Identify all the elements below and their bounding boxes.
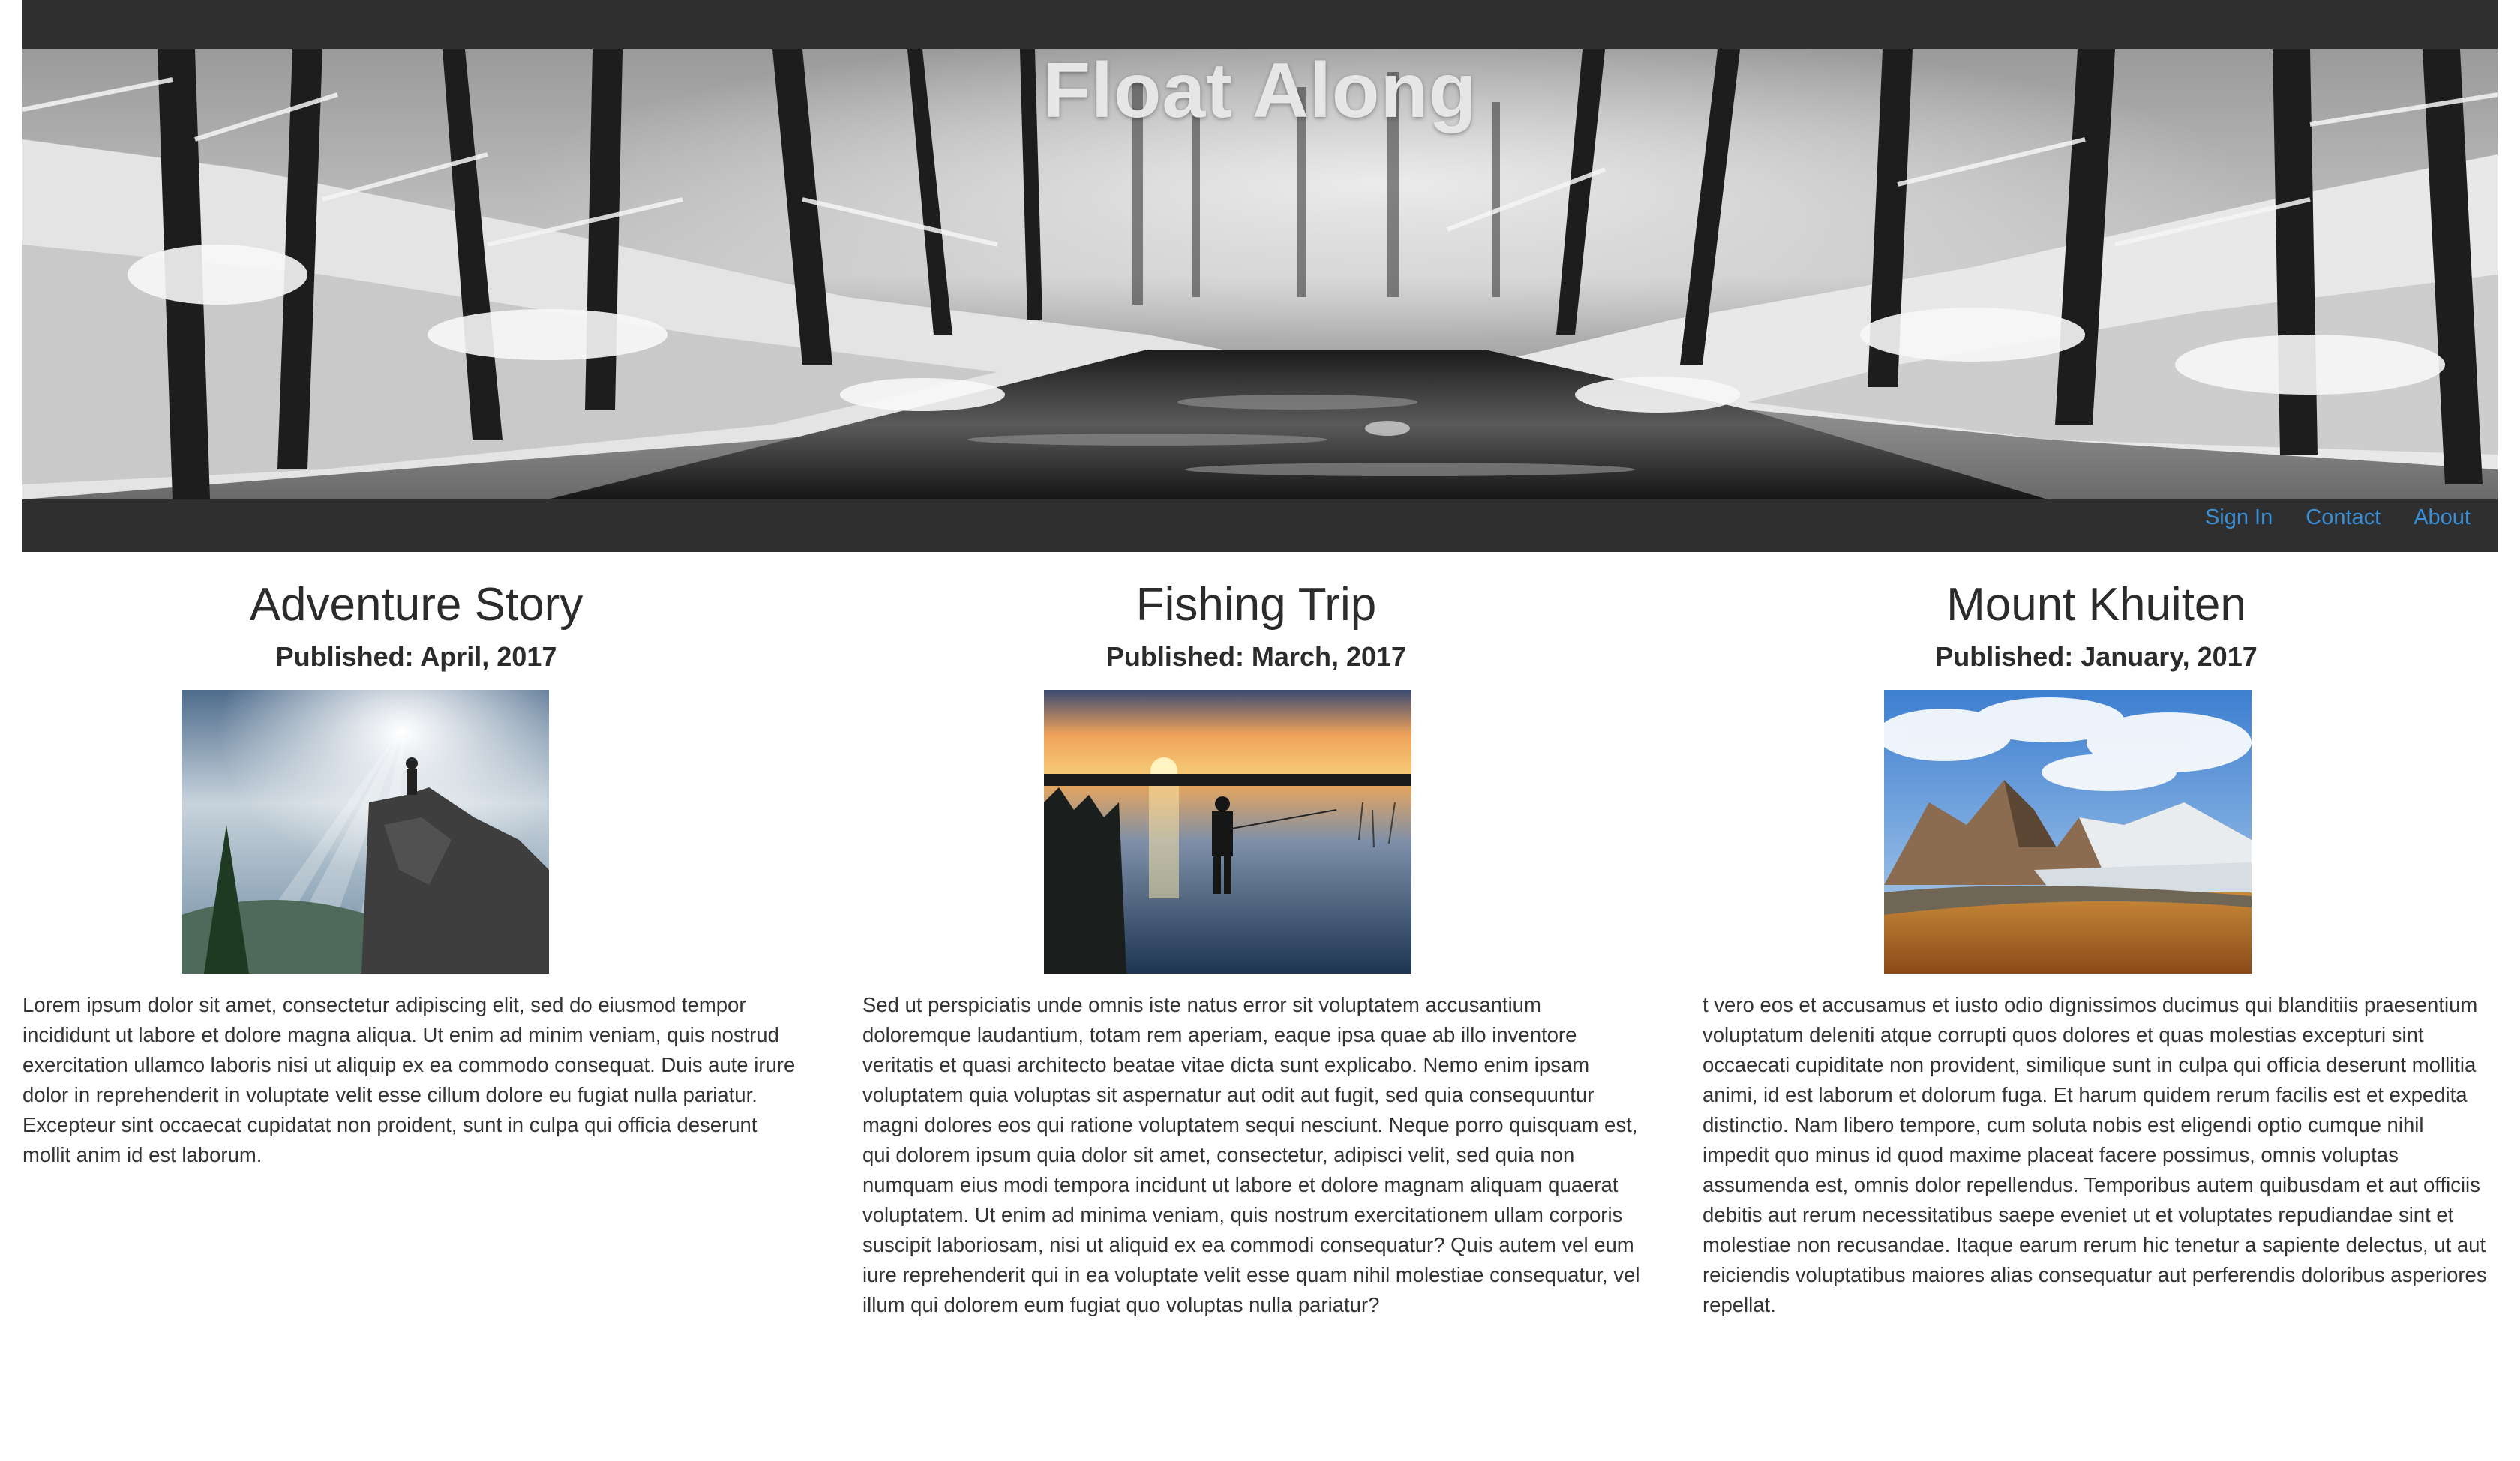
nav-sign-in-link[interactable]: Sign In — [2205, 504, 2272, 532]
header-top-bar — [22, 0, 2498, 50]
page: Float Along Sign In Contact About Advent… — [0, 0, 2520, 1461]
hiker-on-cliff-photo[interactable] — [182, 690, 549, 974]
article-title[interactable]: Fishing Trip — [862, 578, 1650, 633]
articles-section: Adventure Story Published: April, 2017 L… — [22, 552, 2498, 1316]
site-title: Float Along — [1042, 47, 1478, 134]
article-body: Sed ut perspiciatis unde omnis iste natu… — [862, 993, 1640, 1316]
article-date: Published: March, 2017 — [1106, 641, 1407, 673]
article-title[interactable]: Adventure Story — [22, 578, 810, 633]
article-date: Published: January, 2017 — [1935, 641, 2258, 673]
article-body: t vero eos et accusamus et iusto odio di… — [1702, 993, 2487, 1316]
mountain-glacier-photo[interactable] — [1884, 690, 2252, 974]
nav-contact-link[interactable]: Contact — [2306, 504, 2380, 532]
article-card: Fishing Trip Published: March, 2017 Sed … — [862, 552, 1650, 1316]
article-body: Lorem ipsum dolor sit amet, consectetur … — [22, 993, 796, 1166]
nav-about-link[interactable]: About — [2414, 504, 2470, 532]
nav-links: Sign In Contact About — [2205, 504, 2470, 532]
article-card: Mount Khuiten Published: January, 2017 t… — [1702, 552, 2490, 1316]
article-title[interactable]: Mount Khuiten — [1702, 578, 2490, 633]
site-header: Float Along Sign In Contact About — [22, 0, 2498, 552]
article-date: Published: April, 2017 — [275, 641, 557, 673]
article-card: Adventure Story Published: April, 2017 L… — [22, 552, 810, 1166]
fisherman-sunset-photo[interactable] — [1044, 690, 1412, 974]
navbar: Sign In Contact About — [22, 500, 2498, 552]
